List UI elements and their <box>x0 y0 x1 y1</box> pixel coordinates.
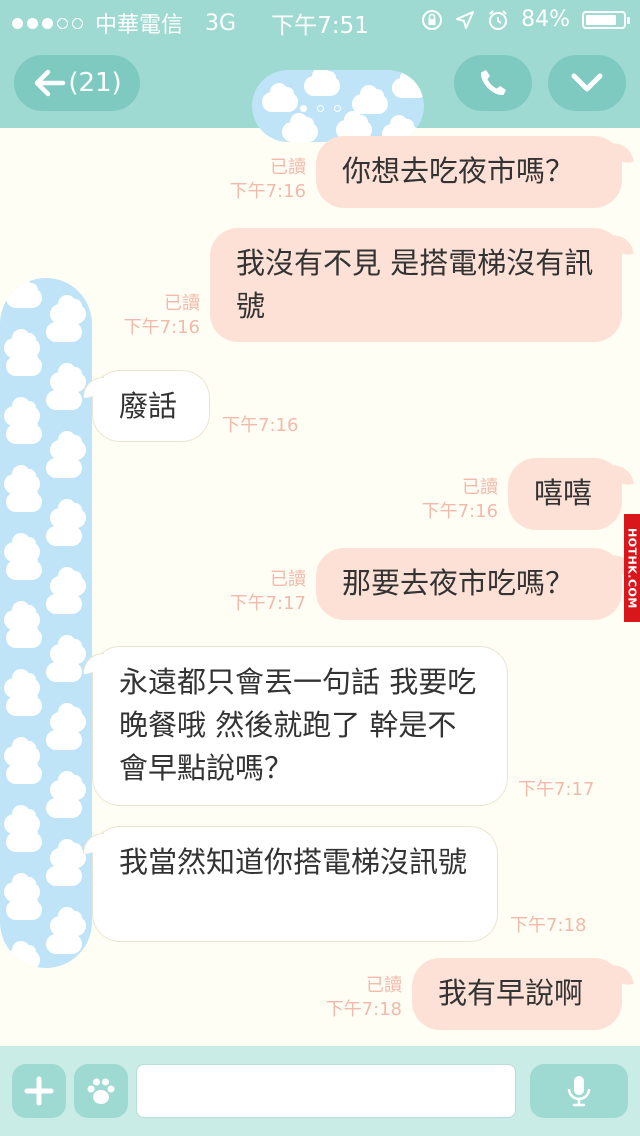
message-meta: 已讀 下午7:17 <box>200 568 306 616</box>
message-time: 下午7:17 <box>229 593 306 614</box>
message-input[interactable] <box>136 1064 516 1118</box>
message-text: 我當然知道你搭電梯沒訊號 <box>119 845 468 879</box>
battery-icon <box>582 10 630 29</box>
cloud-decoration <box>4 941 40 968</box>
message-time: 下午7:16 <box>123 317 200 338</box>
cloud-decoration <box>6 823 42 852</box>
chat-header: (21) <box>0 40 640 142</box>
sticker-button[interactable] <box>74 1064 128 1118</box>
message-bubble-incoming[interactable]: 廢話 <box>83 370 210 442</box>
location-arrow-icon <box>456 10 475 29</box>
message-bubble-outgoing[interactable]: 那要去夜市吃嗎？ <box>316 548 622 620</box>
cloud-decoration <box>6 551 42 580</box>
message-meta: 下午7:17 <box>518 778 618 802</box>
microphone-icon <box>567 1076 591 1107</box>
chat-area[interactable]: 你想去吃夜市嗎？ 已讀 下午7:16 我沒有不見 是搭電梯沒有訊號 已讀 下午7… <box>0 128 640 1046</box>
watermark: HOTHK.COM <box>624 514 640 622</box>
page-indicator <box>0 105 640 112</box>
cloud-decoration <box>6 891 42 920</box>
alarm-icon <box>489 9 508 30</box>
message-text: 永遠都只會丟一句話 我要吃晚餐哦 然後就跑了 幹是不會早點說嗎？ <box>119 665 477 785</box>
read-receipt: 已讀 <box>270 569 306 590</box>
phone-icon <box>480 70 506 96</box>
message-text: 我沒有不見 是搭電梯沒有訊號 <box>236 246 594 323</box>
call-button[interactable] <box>454 55 532 111</box>
cloud-decoration <box>46 925 82 954</box>
message-text: 你想去吃夜市嗎？ <box>342 154 575 188</box>
read-receipt: 已讀 <box>366 975 402 996</box>
cloud-decoration <box>6 347 42 376</box>
cloud-decoration <box>46 517 82 546</box>
page-dot <box>333 105 341 112</box>
read-receipt: 已讀 <box>270 157 306 178</box>
cloud-decoration <box>46 857 82 886</box>
status-bar: 中華電信 3G 下午7:51 84% <box>0 0 640 40</box>
message-meta: 已讀 下午7:16 <box>396 476 498 524</box>
message-text: 廢話 <box>119 389 178 423</box>
menu-button[interactable] <box>548 55 626 111</box>
message-meta: 下午7:18 <box>510 914 610 938</box>
status-right: 84% <box>421 7 630 32</box>
cloud-decoration <box>6 415 42 444</box>
voice-button[interactable] <box>530 1064 628 1118</box>
arrow-left-icon <box>35 69 66 97</box>
plus-icon <box>24 1076 54 1106</box>
incoming-avatar-cloud[interactable] <box>0 278 92 968</box>
input-bar <box>0 1046 640 1136</box>
message-bubble-outgoing[interactable]: 你想去吃夜市嗎？ <box>316 136 622 208</box>
cloud-decoration <box>6 687 42 716</box>
cloud-decoration <box>46 585 82 614</box>
message-time: 下午7:16 <box>222 415 299 436</box>
cloud-decoration <box>6 755 42 784</box>
plus-button[interactable] <box>12 1064 66 1118</box>
battery-percent: 84% <box>521 7 570 32</box>
cloud-decoration <box>6 483 42 512</box>
cloud-decoration <box>46 653 82 682</box>
message-bubble-outgoing[interactable]: 嘻嘻 <box>508 458 622 530</box>
cloud-decoration <box>304 70 340 96</box>
message-time: 下午7:17 <box>518 779 595 800</box>
chevron-down-icon <box>571 73 603 92</box>
rotation-lock-icon <box>422 9 443 30</box>
message-bubble-outgoing[interactable]: 我有早說啊 <box>412 958 622 1030</box>
cloud-decoration <box>46 381 82 410</box>
cloud-decoration <box>46 721 82 750</box>
message-time: 下午7:16 <box>421 501 498 522</box>
cloud-decoration <box>46 313 82 342</box>
cloud-decoration <box>46 789 82 818</box>
message-meta: 已讀 下午7:18 <box>300 974 402 1022</box>
message-meta: 下午7:16 <box>222 414 322 438</box>
message-text: 嘻嘻 <box>534 476 593 510</box>
page-dot <box>299 105 307 112</box>
cloud-decoration <box>46 449 82 478</box>
cloud-decoration <box>6 279 42 308</box>
message-bubble-outgoing[interactable]: 我沒有不見 是搭電梯沒有訊號 <box>210 228 622 342</box>
message-text: 我有早說啊 <box>438 976 584 1010</box>
message-time: 下午7:18 <box>325 999 402 1020</box>
back-button[interactable]: (21) <box>14 55 140 111</box>
message-time: 下午7:16 <box>229 181 306 202</box>
read-receipt: 已讀 <box>462 477 498 498</box>
message-bubble-incoming[interactable]: 永遠都只會丟一句話 我要吃晚餐哦 然後就跑了 幹是不會早點說嗎？ <box>83 646 508 806</box>
page-dot <box>316 105 324 112</box>
message-bubble-incoming[interactable]: 我當然知道你搭電梯沒訊號 <box>83 826 498 942</box>
unread-count: (21) <box>68 68 122 98</box>
message-meta: 已讀 下午7:16 <box>200 156 306 204</box>
read-receipt: 已讀 <box>164 293 200 314</box>
message-text: 那要去夜市吃嗎？ <box>342 566 575 600</box>
paw-icon <box>87 1078 115 1104</box>
cloud-decoration <box>6 619 42 648</box>
message-time: 下午7:18 <box>510 915 587 936</box>
message-meta: 已讀 下午7:16 <box>96 292 200 340</box>
cloud-decoration <box>392 70 424 98</box>
